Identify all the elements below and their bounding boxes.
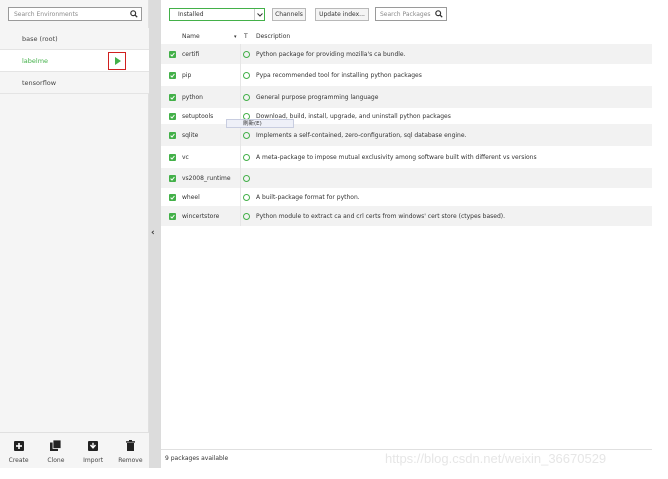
packages-panel: Installed Channels Update index... Name … (161, 0, 668, 468)
clone-icon (50, 439, 62, 452)
packages-toolbar: Installed Channels Update index... (161, 0, 668, 28)
plus-square-icon (13, 439, 24, 452)
checkbox-checked-icon[interactable] (169, 50, 176, 58)
package-description: Pypa recommended tool for installing pyt… (256, 71, 422, 79)
clone-button[interactable]: Clone (37, 433, 74, 468)
checkbox-checked-icon[interactable] (169, 174, 176, 182)
table-row[interactable]: vs2008_runtime (161, 168, 652, 188)
column-name-header[interactable]: Name (182, 33, 200, 40)
column-description-header[interactable]: Description (256, 33, 290, 40)
checkbox-checked-icon[interactable] (169, 71, 176, 79)
package-description: Python module to extract ca and crl cert… (256, 212, 506, 220)
column-divider (240, 206, 241, 226)
package-name: wincertstore (182, 212, 220, 220)
import-icon (88, 439, 99, 452)
update-index-button[interactable]: Update index... (315, 8, 369, 21)
collapse-panel-icon[interactable]: ‹ (151, 228, 155, 238)
import-label: Import (83, 457, 104, 464)
status-circle-icon (243, 131, 250, 139)
table-row[interactable]: certifi Python package for providing moz… (161, 44, 652, 64)
play-icon (114, 57, 121, 65)
checkbox-checked-icon[interactable] (169, 112, 176, 120)
create-label: Create (8, 457, 29, 464)
remove-label: Remove (118, 457, 143, 464)
checkbox-checked-icon[interactable] (169, 93, 176, 101)
table-row[interactable]: python General purpose programming langu… (161, 86, 652, 108)
search-environments[interactable] (8, 7, 142, 21)
package-description: Python package for providing mozilla's c… (256, 50, 406, 58)
package-description: Implements a self-contained, zero-config… (256, 131, 467, 139)
package-name: pip (182, 71, 192, 79)
package-name: setuptools (182, 112, 214, 120)
table-header: Name ▾ T Description (161, 31, 652, 42)
status-circle-icon (243, 93, 250, 101)
table-row[interactable]: vc A meta-package to impose mutual exclu… (161, 146, 652, 168)
checkbox-checked-icon[interactable] (169, 193, 176, 201)
status-circle-icon (243, 153, 250, 161)
clone-label: Clone (47, 457, 65, 464)
env-item-labelme[interactable]: labelme (0, 50, 149, 72)
table-row[interactable]: wincertstore Python module to extract ca… (161, 206, 652, 226)
column-divider (240, 64, 241, 86)
package-name: wheel (182, 193, 200, 201)
column-divider (240, 86, 241, 108)
env-label: labelme (22, 56, 49, 65)
status-circle-icon (243, 50, 250, 58)
column-divider (240, 188, 241, 206)
column-divider (240, 44, 241, 64)
env-item-tensorflow[interactable]: tensorflow (0, 72, 149, 94)
sort-icon[interactable]: ▾ (234, 34, 237, 40)
search-icon[interactable] (432, 10, 446, 18)
package-name: vs2008_runtime (182, 174, 231, 182)
env-actions-bar: Create Clone Import Remove (0, 432, 149, 468)
watermark: https://blog.csdn.net/weixin_36670529 (385, 451, 607, 466)
package-filter-select[interactable]: Installed (169, 8, 265, 21)
filter-value: Installed (178, 11, 204, 18)
package-name: vc (182, 153, 189, 161)
remove-button[interactable]: Remove (112, 433, 149, 468)
search-packages-input[interactable] (376, 8, 432, 20)
package-description: General purpose programming language (256, 93, 379, 101)
search-packages[interactable] (375, 7, 447, 21)
package-description: A built-package format for python. (256, 193, 360, 201)
column-divider (240, 168, 241, 188)
table-row[interactable]: pip Pypa recommended tool for installing… (161, 64, 652, 86)
channels-button[interactable]: Channels (272, 8, 306, 21)
package-description: A meta-package to impose mutual exclusiv… (256, 153, 537, 161)
search-environments-input[interactable] (9, 8, 127, 20)
env-item-base[interactable]: base (root) (0, 28, 149, 50)
environment-list: base (root) labelme tensorflow (0, 28, 149, 94)
package-name: sqlite (182, 131, 199, 139)
chevron-down-icon[interactable] (254, 9, 264, 20)
trash-icon (125, 439, 135, 452)
package-name: python (182, 93, 203, 101)
column-type-header[interactable]: T (244, 33, 248, 40)
status-circle-icon (243, 174, 250, 182)
environments-panel: base (root) labelme tensorflow Create Cl… (0, 0, 149, 468)
status-circle-icon (243, 193, 250, 201)
table-row[interactable]: wheel A built-package format for python. (161, 188, 652, 206)
status-circle-icon (243, 212, 250, 220)
checkbox-checked-icon[interactable] (169, 131, 176, 139)
create-button[interactable]: Create (0, 433, 37, 468)
env-label: tensorflow (22, 78, 57, 87)
package-name: certifi (182, 50, 200, 58)
env-label: base (root) (22, 34, 58, 43)
packages-count: 9 packages available (165, 455, 229, 462)
refresh-tooltip: 刷新(E) (226, 119, 294, 128)
checkbox-checked-icon[interactable] (169, 212, 176, 220)
status-circle-icon (243, 71, 250, 79)
checkbox-checked-icon[interactable] (169, 153, 176, 161)
column-divider (240, 146, 241, 168)
env-play-button[interactable] (108, 52, 126, 70)
import-button[interactable]: Import (75, 433, 112, 468)
search-icon[interactable] (127, 8, 141, 20)
